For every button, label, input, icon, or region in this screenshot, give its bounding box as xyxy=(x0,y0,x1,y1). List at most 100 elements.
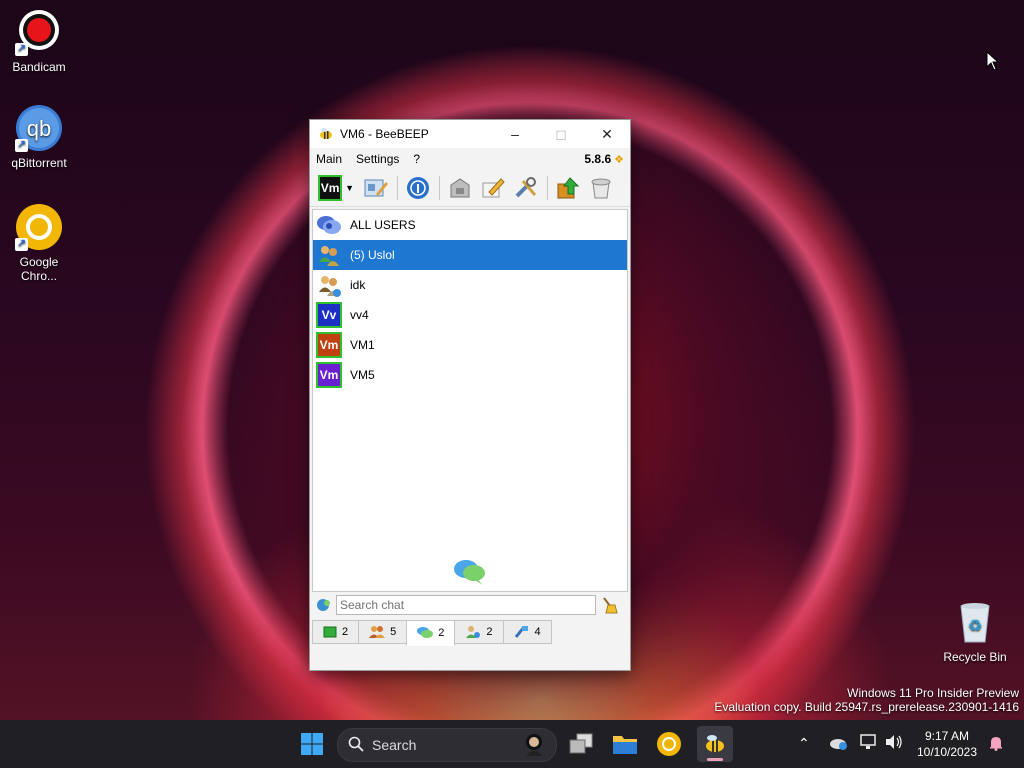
task-view-icon xyxy=(569,733,593,754)
start-button[interactable] xyxy=(296,728,328,760)
desktop-icon-bandicam[interactable]: ↗ Bandicam xyxy=(4,8,74,74)
windows-watermark: Windows 11 Pro Insider Preview Evaluatio… xyxy=(714,686,1019,714)
tab-count: 2 xyxy=(486,626,493,638)
network-tray-icon[interactable] xyxy=(860,734,878,755)
search-label: Search xyxy=(372,737,417,753)
version-label: 5.8.6 xyxy=(584,152,612,166)
user-avatar: Vm xyxy=(316,332,342,358)
notification-bell-icon[interactable] xyxy=(988,735,1004,756)
mouse-cursor-icon xyxy=(986,50,1000,76)
status-avatar: Vm xyxy=(318,175,343,201)
user-name: (5) Uslol xyxy=(350,248,395,262)
user-name: idk xyxy=(350,278,366,292)
mailbox-icon xyxy=(450,178,470,198)
tab-users-online[interactable]: 2 xyxy=(312,620,360,644)
clear-search-broom-icon[interactable] xyxy=(600,596,618,614)
group-icon xyxy=(316,272,342,298)
clock-date: 10/10/2023 xyxy=(916,745,978,759)
antenna-icon xyxy=(407,177,429,199)
svg-text:♻: ♻ xyxy=(968,616,982,635)
chats-icon xyxy=(417,627,434,638)
clear-bin-button[interactable] xyxy=(587,174,615,202)
onedrive-icon[interactable] xyxy=(828,735,848,756)
tab-shared-groups[interactable]: 2 xyxy=(454,620,504,644)
shortcut-arrow-icon: ↗ xyxy=(15,238,28,251)
qbittorrent-icon: qb ↗ xyxy=(15,104,63,152)
list-item-uslol[interactable]: (5) Uslol xyxy=(313,240,627,270)
tab-network[interactable]: 4 xyxy=(502,620,552,644)
users-online-icon xyxy=(323,626,337,638)
tools-button[interactable] xyxy=(512,174,540,202)
file-explorer-button[interactable] xyxy=(609,728,641,760)
tab-chats[interactable]: 2 xyxy=(406,620,456,646)
tab-count: 2 xyxy=(342,626,349,638)
shared-groups-icon xyxy=(466,626,481,638)
desktop-icon-label: Recycle Bin xyxy=(943,650,1007,664)
task-view-button[interactable] xyxy=(565,728,597,760)
bandicam-icon: ↗ xyxy=(15,8,63,56)
list-item-vv4[interactable]: Vv vv4 xyxy=(313,300,627,330)
desktop-icon-chrome[interactable]: ↗ Google Chro... xyxy=(4,203,74,283)
list-item-vm5[interactable]: Vm VM5 xyxy=(313,360,627,390)
close-button[interactable]: ✕ xyxy=(584,120,630,148)
tools-icon xyxy=(515,177,537,198)
list-item-idk[interactable]: idk xyxy=(313,270,627,300)
search-highlight-image-icon xyxy=(520,732,548,759)
desktop-icon-qbittorrent[interactable]: qb ↗ qBittorrent xyxy=(4,104,74,170)
toolbar-separator xyxy=(439,176,440,200)
user-name: ALL USERS xyxy=(350,218,416,232)
chat-bubbles-icon xyxy=(453,558,487,591)
toolbar-separator xyxy=(397,176,398,200)
taskbar-search[interactable]: Search xyxy=(337,728,557,762)
beebeep-bee-icon xyxy=(706,735,724,752)
user-name: VM1 xyxy=(350,338,375,352)
search-chat-input[interactable] xyxy=(336,595,596,615)
all-users-chat-icon xyxy=(316,212,342,238)
connection-button[interactable] xyxy=(404,174,432,202)
write-message-button[interactable] xyxy=(479,174,507,202)
user-avatar: Vm xyxy=(316,362,342,388)
menu-bar: Main Settings ? 5.8.6 ❖ xyxy=(310,148,630,170)
menu-settings[interactable]: Settings xyxy=(356,152,399,166)
desktop-icon-recycle-bin[interactable]: ♻ Recycle Bin xyxy=(940,598,1010,664)
tab-count: 5 xyxy=(390,626,397,638)
shortcut-arrow-icon: ↗ xyxy=(15,43,28,56)
search-icon xyxy=(348,736,364,755)
chrome-taskbar-button[interactable] xyxy=(653,728,685,760)
recycle-bin-icon: ♻ xyxy=(951,598,999,646)
menu-help[interactable]: ? xyxy=(413,152,420,166)
search-filter-icon[interactable] xyxy=(316,597,332,613)
minimize-button[interactable]: – xyxy=(492,120,538,148)
chrome-icon: ↗ xyxy=(15,203,63,251)
menu-main[interactable]: Main xyxy=(316,152,342,166)
pencil-note-icon xyxy=(482,178,505,198)
group-icon xyxy=(316,242,342,268)
shortcut-arrow-icon: ↗ xyxy=(15,139,28,152)
maximize-button[interactable]: ◻ xyxy=(538,120,584,148)
folder-icon xyxy=(613,736,637,754)
file-sharing-button[interactable] xyxy=(554,174,582,202)
desktop-icon-label: Bandicam xyxy=(12,60,66,74)
clock[interactable]: 9:17 AM 10/10/2023 xyxy=(912,728,982,760)
user-avatar: Vv xyxy=(316,302,342,328)
beebeep-bee-icon xyxy=(318,126,334,142)
list-item-vm1[interactable]: Vm VM1 xyxy=(313,330,627,360)
active-indicator xyxy=(707,758,723,761)
windows-logo-icon xyxy=(301,733,323,755)
beebeep-taskbar-button[interactable] xyxy=(697,726,733,762)
show-hidden-icons-chevron-icon[interactable]: ⌃ xyxy=(798,735,810,752)
clock-time: 9:17 AM xyxy=(924,729,970,743)
message-box-button[interactable] xyxy=(446,174,474,202)
windows-flag-icon: ❖ xyxy=(614,153,624,166)
desktop-icon-label: Google Chro... xyxy=(19,255,59,283)
desktop-icon-label: qBittorrent xyxy=(11,156,67,170)
volume-icon[interactable] xyxy=(885,734,903,755)
tab-groups[interactable]: 5 xyxy=(358,620,408,644)
status-avatar-button[interactable]: Vm ▼ xyxy=(318,174,354,202)
window-titlebar[interactable]: VM6 - BeeBEEP – ◻ ✕ xyxy=(310,120,630,148)
edit-profile-button[interactable] xyxy=(362,174,390,202)
network-icon xyxy=(514,626,528,638)
list-item-all-users[interactable]: ALL USERS xyxy=(313,210,627,240)
groups-icon xyxy=(369,626,386,638)
trash-bin-icon xyxy=(591,178,611,199)
